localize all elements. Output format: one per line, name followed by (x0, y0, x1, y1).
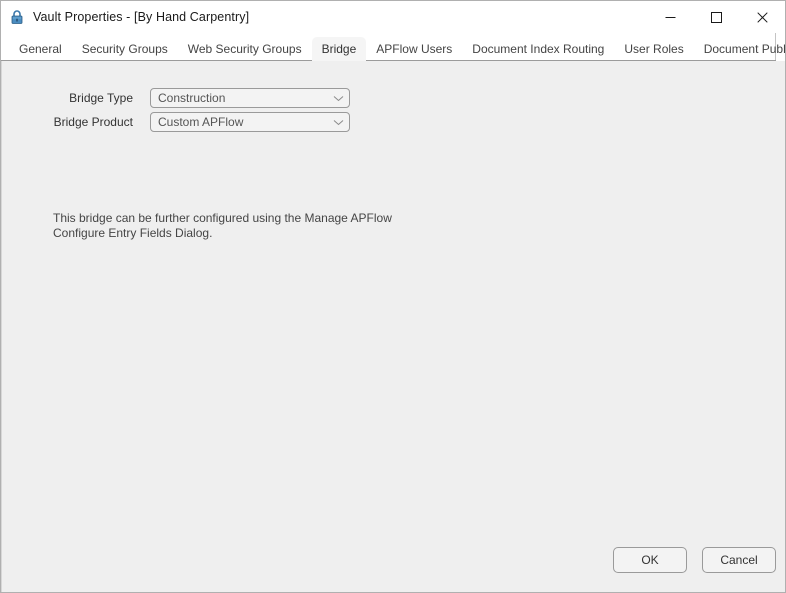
bridge-type-row: Bridge Type Construction (2, 88, 350, 108)
tab-web-security-groups[interactable]: Web Security Groups (178, 37, 312, 61)
bridge-type-value: Construction (158, 91, 226, 105)
bridge-product-label: Bridge Product (53, 115, 133, 129)
bridge-product-value: Custom APFlow (158, 115, 244, 129)
lock-icon (9, 9, 25, 25)
title-bar: Vault Properties - [By Hand Carpentry] (1, 1, 785, 33)
tab-strip: General Security Groups Web Security Gro… (1, 33, 786, 61)
chevron-down-icon (327, 95, 349, 102)
cancel-button[interactable]: Cancel (702, 547, 776, 573)
window-title: Vault Properties - [By Hand Carpentry] (33, 10, 250, 24)
chevron-down-icon (327, 119, 349, 126)
bridge-info-text: This bridge can be further configured us… (53, 211, 392, 240)
tab-general[interactable]: General (9, 37, 72, 61)
title-bar-left: Vault Properties - [By Hand Carpentry] (1, 9, 249, 25)
tab-label: APFlow Users (376, 42, 453, 56)
tab-document-publishing[interactable]: Document Publishing (694, 37, 786, 61)
window-controls (647, 1, 785, 33)
tab-user-roles[interactable]: User Roles (614, 37, 693, 61)
tab-apflow-users[interactable]: APFlow Users (366, 37, 462, 61)
tab-security-groups[interactable]: Security Groups (72, 37, 178, 61)
tab-label: General (19, 42, 62, 56)
minimize-button[interactable] (647, 1, 693, 33)
minimize-icon (665, 12, 676, 23)
ok-button[interactable]: OK (613, 547, 687, 573)
tab-document-index-routing[interactable]: Document Index Routing (462, 37, 614, 61)
dialog-footer: OK Cancel (2, 540, 785, 592)
tab-label: User Roles (624, 42, 684, 56)
tab-bridge[interactable]: Bridge (311, 37, 367, 61)
bridge-type-select[interactable]: Construction (150, 88, 350, 108)
tab-label: Document Index Routing (472, 42, 605, 56)
tab-label: Security Groups (81, 42, 168, 56)
close-icon (756, 11, 768, 23)
maximize-button[interactable] (693, 1, 739, 33)
bridge-product-row: Bridge Product Custom APFlow (2, 112, 350, 132)
vault-properties-window: Vault Properties - [By Hand Carpentry] G… (0, 0, 786, 593)
bridge-tab-panel: Bridge Type Construction Bridge Product … (1, 61, 785, 592)
close-button[interactable] (739, 1, 785, 33)
bridge-type-label: Bridge Type (69, 91, 133, 105)
tab-label: Document Publishing (703, 42, 786, 56)
tab-label: Web Security Groups (187, 42, 302, 56)
maximize-icon (710, 11, 722, 23)
bridge-product-select[interactable]: Custom APFlow (150, 112, 350, 132)
tab-label: Bridge (321, 42, 357, 56)
